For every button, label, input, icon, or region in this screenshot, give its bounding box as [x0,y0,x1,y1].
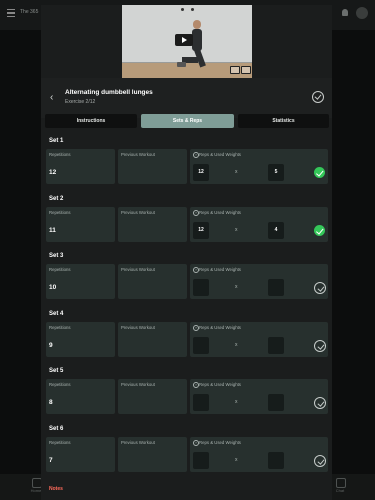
times-sign: x [235,457,238,463]
tab-sets-reps[interactable]: Sets & Reps [141,114,234,128]
weight-input[interactable] [268,279,284,296]
previous-workout-box: Previous Workout [118,149,187,184]
previous-workout-box: Previous Workout [118,264,187,299]
repetitions-box[interactable]: Repetitions 9 [46,322,115,357]
reps-input[interactable] [193,337,209,354]
previous-workout-box: Previous Workout [118,379,187,414]
set-complete-button-icon[interactable] [314,282,326,294]
reps-weights-label: Reps & Used Weights [199,382,241,387]
reps-weights-label: Reps & Used Weights [199,267,241,272]
video-wall-dot [191,8,194,11]
previous-workout-label: Previous Workout [121,440,155,445]
set-complete-button-icon[interactable] [314,455,326,467]
chat-icon[interactable] [336,478,346,488]
weight-input[interactable] [268,394,284,411]
previous-workout-box: Previous Workout [118,322,187,357]
previous-workout-label: Previous Workout [121,325,155,330]
reps-weights-label: Reps & Used Weights [199,440,241,445]
set-complete-button-icon[interactable] [314,397,326,409]
repetitions-label: Repetitions [49,267,71,272]
reps-weights-box: ? Reps & Used Weights x [190,322,328,357]
reps-weights-label: Reps & Used Weights [199,152,241,157]
video-dumbbell [177,62,186,67]
times-sign: x [235,399,238,405]
notes-heading: Notes [49,486,63,492]
pip-icon[interactable] [230,66,240,74]
weight-input[interactable]: 4 [268,222,284,239]
previous-workout-box: Previous Workout [118,437,187,472]
repetitions-box[interactable]: Repetitions 10 [46,264,115,299]
reps-input[interactable] [193,452,209,469]
avatar[interactable] [356,7,368,19]
times-sign: x [235,169,238,175]
reps-input[interactable] [193,394,209,411]
app-title: The 365 [20,9,39,15]
reps-weights-box: ? Reps & Used Weights x [190,379,328,414]
set-completed-check-icon[interactable] [314,225,325,236]
repetitions-value: 8 [49,399,53,406]
exercise-modal: ‹ Alternating dumbbell lunges Exercise 2… [41,5,332,500]
set-complete-button-icon[interactable] [314,340,326,352]
reps-input[interactable]: 12 [193,222,209,239]
set-title: Set 6 [49,426,64,432]
exercise-counter: Exercise 2/12 [65,99,96,105]
set-title: Set 2 [49,196,64,202]
video-wall-dot [181,8,184,11]
reps-weights-box: ? Reps & Used Weights 12 x 4 [190,207,328,242]
repetitions-box[interactable]: Repetitions 11 [46,207,115,242]
repetitions-value: 7 [49,457,53,464]
previous-workout-box: Previous Workout [118,207,187,242]
repetitions-box[interactable]: Repetitions 12 [46,149,115,184]
times-sign: x [235,342,238,348]
weight-input[interactable]: 5 [268,164,284,181]
reps-weights-box: ? Reps & Used Weights 12 x 5 [190,149,328,184]
tab-statistics[interactable]: Statistics [238,114,329,128]
menu-icon[interactable] [7,9,15,17]
previous-workout-label: Previous Workout [121,382,155,387]
set-title: Set 4 [49,311,64,317]
set-title: Set 5 [49,368,64,374]
exercise-header: ‹ Alternating dumbbell lunges Exercise 2… [41,78,332,118]
tab-instructions[interactable]: Instructions [45,114,137,128]
repetitions-value: 10 [49,284,57,291]
exercise-title: Alternating dumbbell lunges [65,89,153,96]
repetitions-label: Repetitions [49,382,71,387]
times-sign: x [235,227,238,233]
repetitions-label: Repetitions [49,440,71,445]
play-icon[interactable] [175,34,193,46]
reps-weights-label: Reps & Used Weights [199,210,241,215]
complete-exercise-icon[interactable] [312,91,324,103]
set-title: Set 3 [49,253,64,259]
previous-workout-label: Previous Workout [121,267,155,272]
reps-input[interactable] [193,279,209,296]
reps-input[interactable]: 12 [193,164,209,181]
video-person-head [193,20,201,29]
reps-weights-box: ? Reps & Used Weights x [190,437,328,472]
exercise-video[interactable] [122,5,252,78]
cast-icon[interactable] [241,66,251,74]
weight-input[interactable] [268,337,284,354]
video-person-body [192,29,202,51]
previous-workout-label: Previous Workout [121,210,155,215]
repetitions-label: Repetitions [49,210,71,215]
repetitions-box[interactable]: Repetitions 8 [46,379,115,414]
times-sign: x [235,284,238,290]
set-title: Set 1 [49,138,64,144]
reps-weights-label: Reps & Used Weights [199,325,241,330]
repetitions-label: Repetitions [49,152,71,157]
bell-icon[interactable] [342,9,348,16]
repetitions-value: 12 [49,169,57,176]
repetitions-value: 11 [49,227,56,234]
tab-bar: Instructions Sets & Reps Statistics [45,114,329,128]
back-chevron-icon[interactable]: ‹ [50,92,53,103]
reps-weights-box: ? Reps & Used Weights x [190,264,328,299]
repetitions-label: Repetitions [49,325,71,330]
weight-input[interactable] [268,452,284,469]
previous-workout-label: Previous Workout [121,152,155,157]
repetitions-value: 9 [49,342,53,349]
repetitions-box[interactable]: Repetitions 7 [46,437,115,472]
set-completed-check-icon[interactable] [314,167,325,178]
